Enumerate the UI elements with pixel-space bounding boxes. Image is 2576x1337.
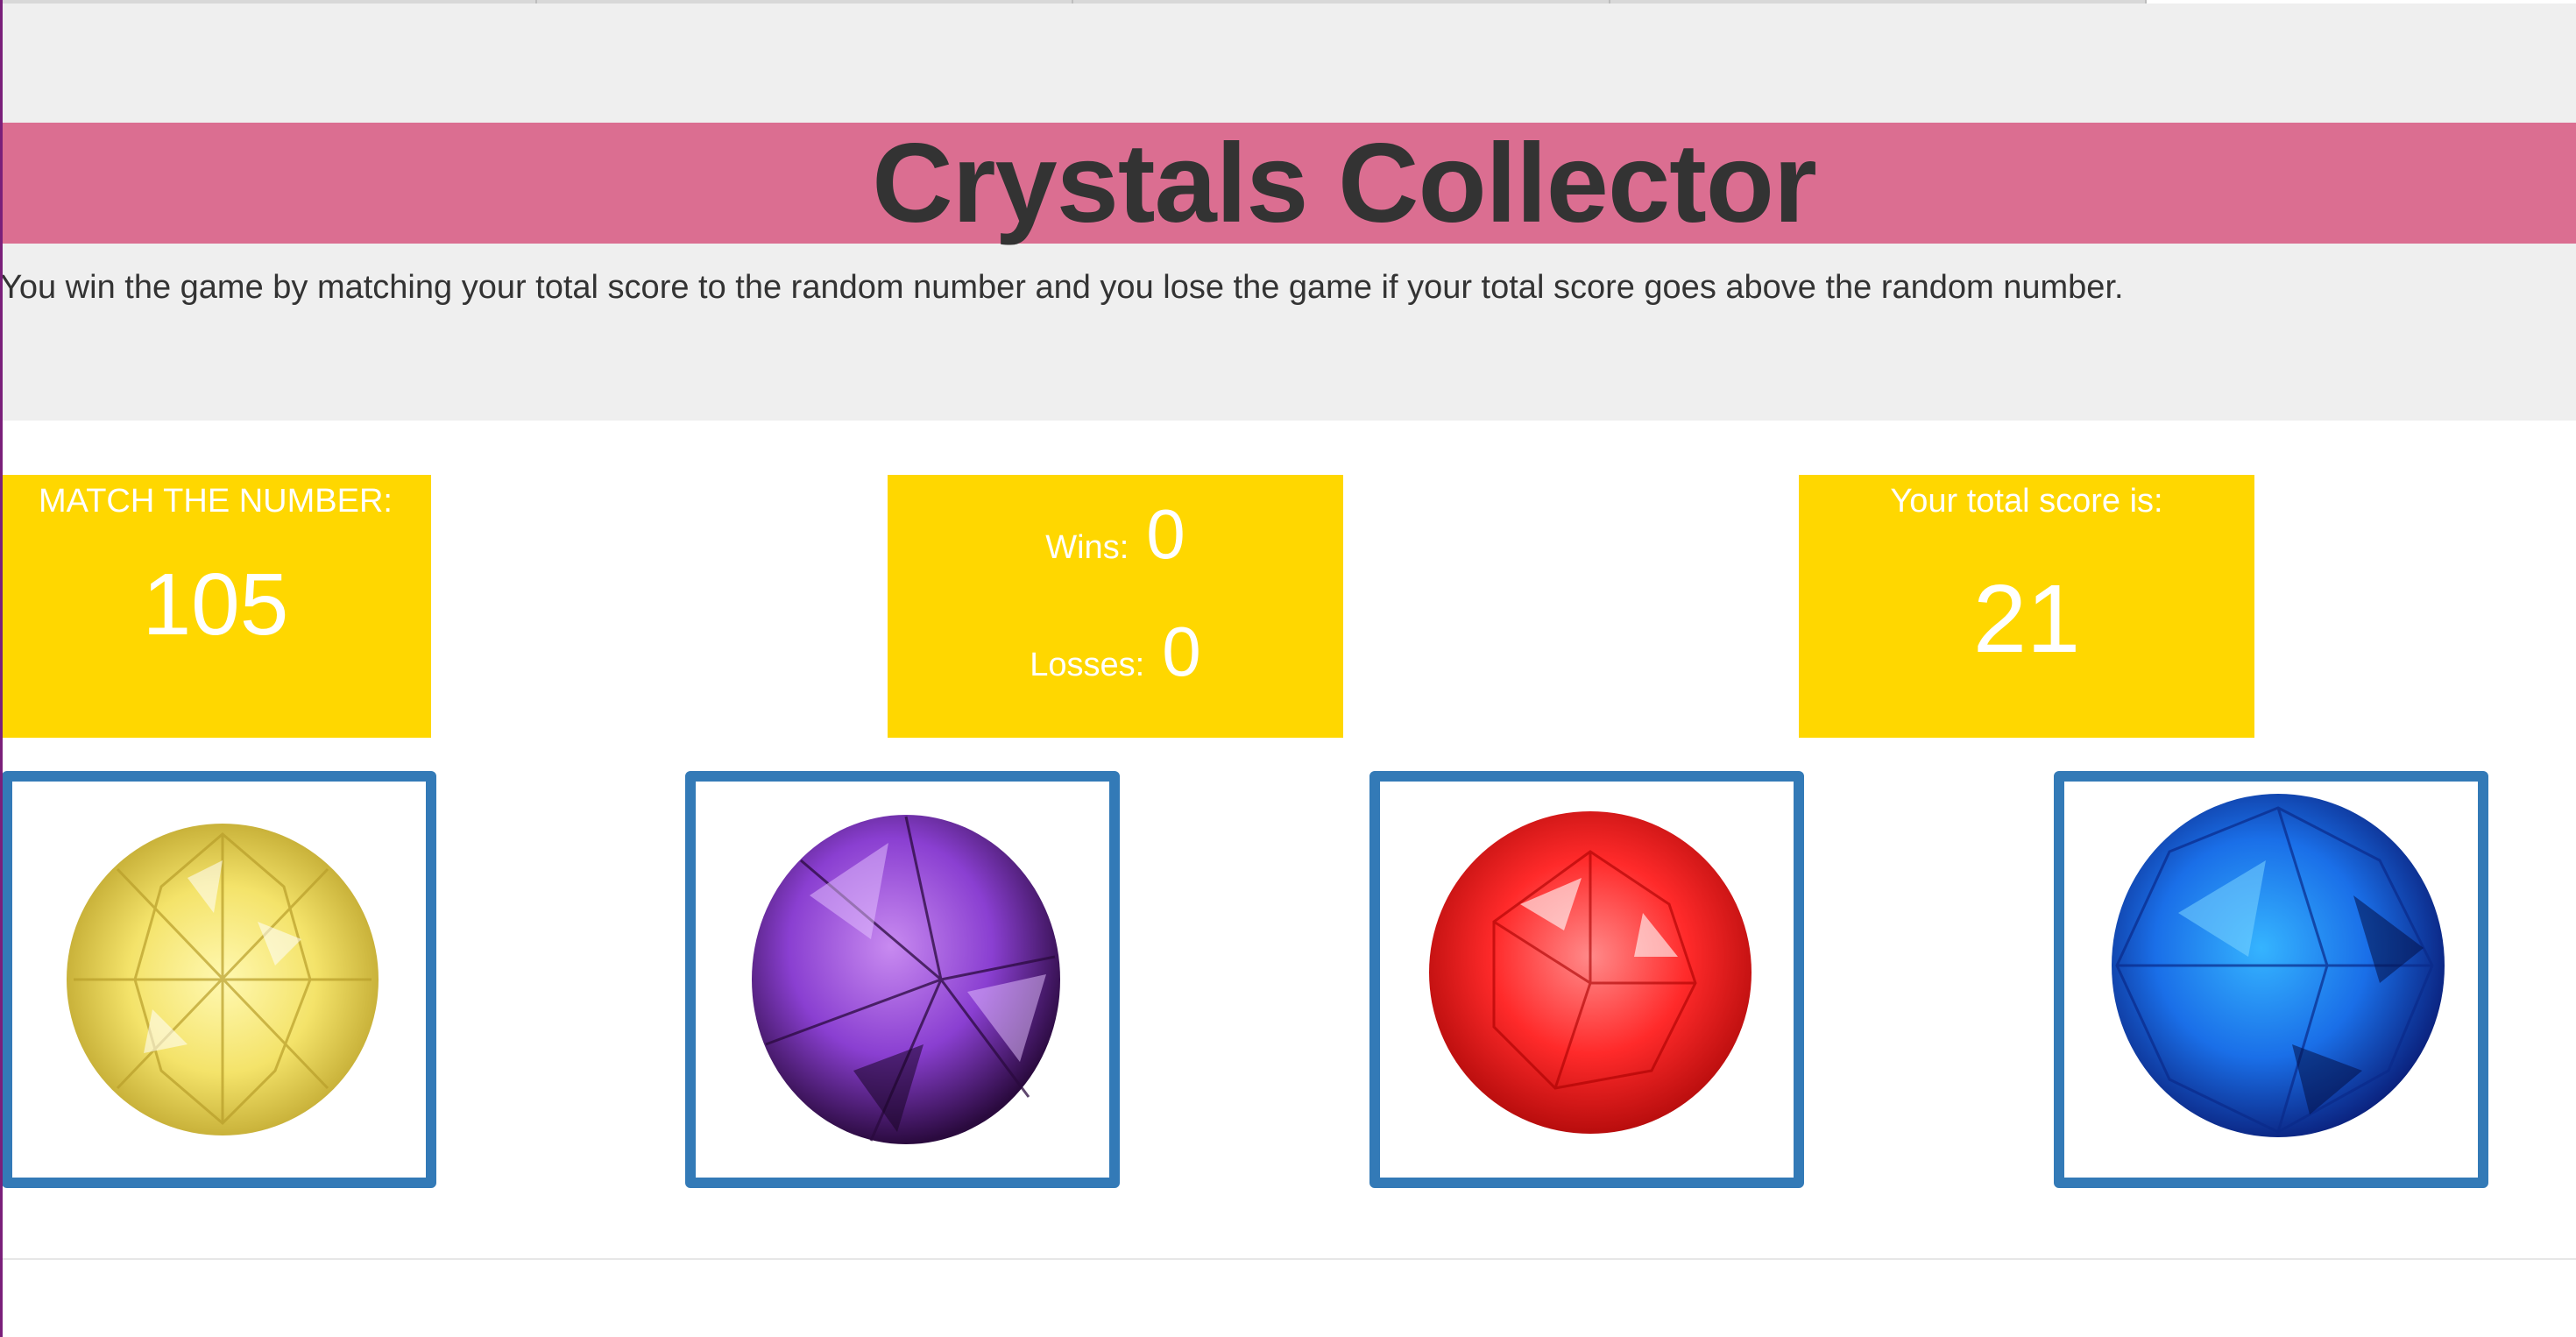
yellow-crystal-icon [67,824,379,1135]
losses-label: Losses: [1030,647,1145,683]
total-score-value: 21 [1972,565,2081,673]
purple-crystal-icon [752,815,1060,1144]
total-score-panel: Your total score is: 21 [1799,475,2254,738]
wins-count: 0 [1146,495,1185,573]
target-number-value: 105 [142,555,289,654]
game-instructions: You win the game by matching your total … [0,269,2124,306]
yellow-crystal-button[interactable] [2,771,436,1188]
losses-row: Losses: 0 [888,606,1343,718]
wins-row: Wins: 0 [888,489,1343,600]
wins-label: Wins: [1045,529,1129,566]
purple-crystal-button[interactable] [685,771,1120,1188]
red-crystal-icon [1429,811,1752,1134]
target-number-label: MATCH THE NUMBER: [39,483,393,520]
window-left-edge [0,0,3,1337]
red-crystal-button[interactable] [1369,771,1804,1188]
losses-count: 0 [1162,612,1201,690]
target-number-panel: MATCH THE NUMBER: 105 [0,475,431,738]
total-score-label: Your total score is: [1890,483,2163,520]
game-page: Crystals Collector You win the game by m… [0,0,2576,1337]
game-title: Crystals Collector [872,121,1817,246]
footer-divider [0,1258,2576,1260]
win-loss-panel: Wins: 0 Losses: 0 [888,475,1343,738]
blue-crystal-icon [2112,794,2445,1137]
blue-crystal-button[interactable] [2054,771,2488,1188]
